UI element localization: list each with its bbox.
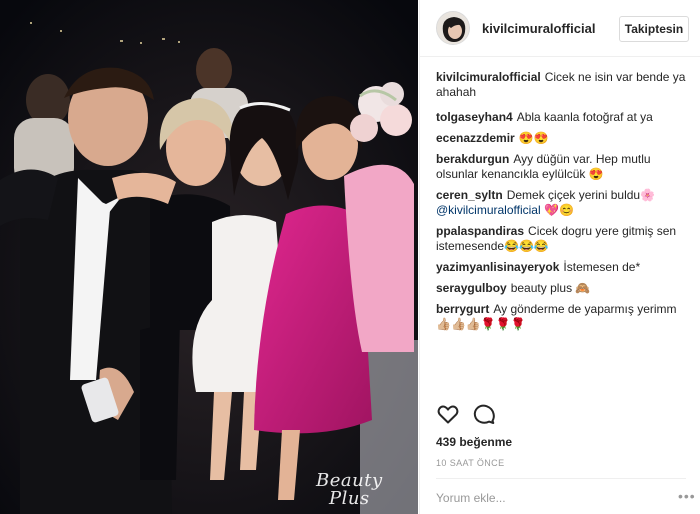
- comment-text: İstemesen de*: [563, 260, 641, 274]
- ellipsis-icon[interactable]: •••: [678, 489, 695, 503]
- post-header: kivilcimuralofficial Takiptesin: [420, 0, 700, 57]
- comment-text: beauty plus 🙈: [510, 281, 591, 295]
- comment-username[interactable]: seraygulboy: [436, 281, 507, 295]
- post-timestamp[interactable]: 10 SAAT ÖNCE: [436, 458, 505, 468]
- heart-outline-icon[interactable]: [436, 402, 462, 428]
- comment-item: ceren_syltn Demek çiçek yerini buldu🌸 @ki…: [436, 188, 694, 218]
- beauty-plus-watermark: Beauty Plus: [316, 472, 383, 508]
- comment-username[interactable]: tolgaseyhan4: [436, 110, 513, 124]
- comment-item: ppalaspandiras Cicek dogru yere gitmiş se…: [436, 224, 694, 254]
- comment-item: berakdurgun Ayy düğün var. Hep mutlu olsu…: [436, 152, 694, 182]
- comment-username[interactable]: berakdurgun: [436, 152, 509, 166]
- comment-item: berrygurt Ay gönderme de yaparmış yerimm …: [436, 302, 694, 332]
- comment-item: yazimyanlisinayeryok İstemesen de*: [436, 260, 694, 275]
- watermark-line-2: Plus: [328, 488, 370, 509]
- like-count[interactable]: 439 beğenme: [436, 435, 512, 449]
- comment-list: kivilcimuralofficial Cicek ne isin var be…: [436, 70, 694, 338]
- speech-bubble-icon[interactable]: [472, 402, 498, 428]
- comment-item: seraygulboy beauty plus 🙈: [436, 281, 694, 296]
- party-photo-illustration: [0, 0, 418, 514]
- comment-username[interactable]: yazimyanlisinayeryok: [436, 260, 559, 274]
- comment-text: Abla kaanla fotoğraf at ya: [516, 110, 653, 124]
- comment-item: tolgaseyhan4 Abla kaanla fotoğraf at ya: [436, 110, 694, 125]
- following-button[interactable]: Takiptesin: [619, 16, 689, 42]
- post-sidebar: kivilcimuralofficial Takiptesin kivilcim…: [419, 0, 700, 514]
- add-comment-input[interactable]: [436, 488, 676, 508]
- divider: [436, 478, 686, 479]
- header-username[interactable]: kivilcimuralofficial: [482, 21, 595, 36]
- comment-username[interactable]: ecenazzdemir: [436, 131, 515, 145]
- caption: kivilcimuralofficial Cicek ne isin var be…: [436, 70, 694, 100]
- comment-username[interactable]: ppalaspandiras: [436, 224, 524, 238]
- comment-mention-link[interactable]: @kivilcimuralofficial: [436, 203, 541, 217]
- post-photo[interactable]: Beauty Plus: [0, 0, 418, 514]
- comment-username[interactable]: berrygurt: [436, 302, 489, 316]
- avatar[interactable]: [436, 11, 470, 45]
- caption-username[interactable]: kivilcimuralofficial: [436, 70, 541, 84]
- comment-text: Demek çiçek yerini buldu🌸: [506, 188, 656, 202]
- comment-username[interactable]: ceren_syltn: [436, 188, 503, 202]
- post-actions: [436, 402, 694, 430]
- comment-text-suffix: 💖😊: [544, 203, 574, 217]
- comment-text: 😍😍: [518, 131, 549, 145]
- avatar-portrait-icon: [437, 12, 469, 44]
- comment-item: ecenazzdemir 😍😍: [436, 131, 694, 146]
